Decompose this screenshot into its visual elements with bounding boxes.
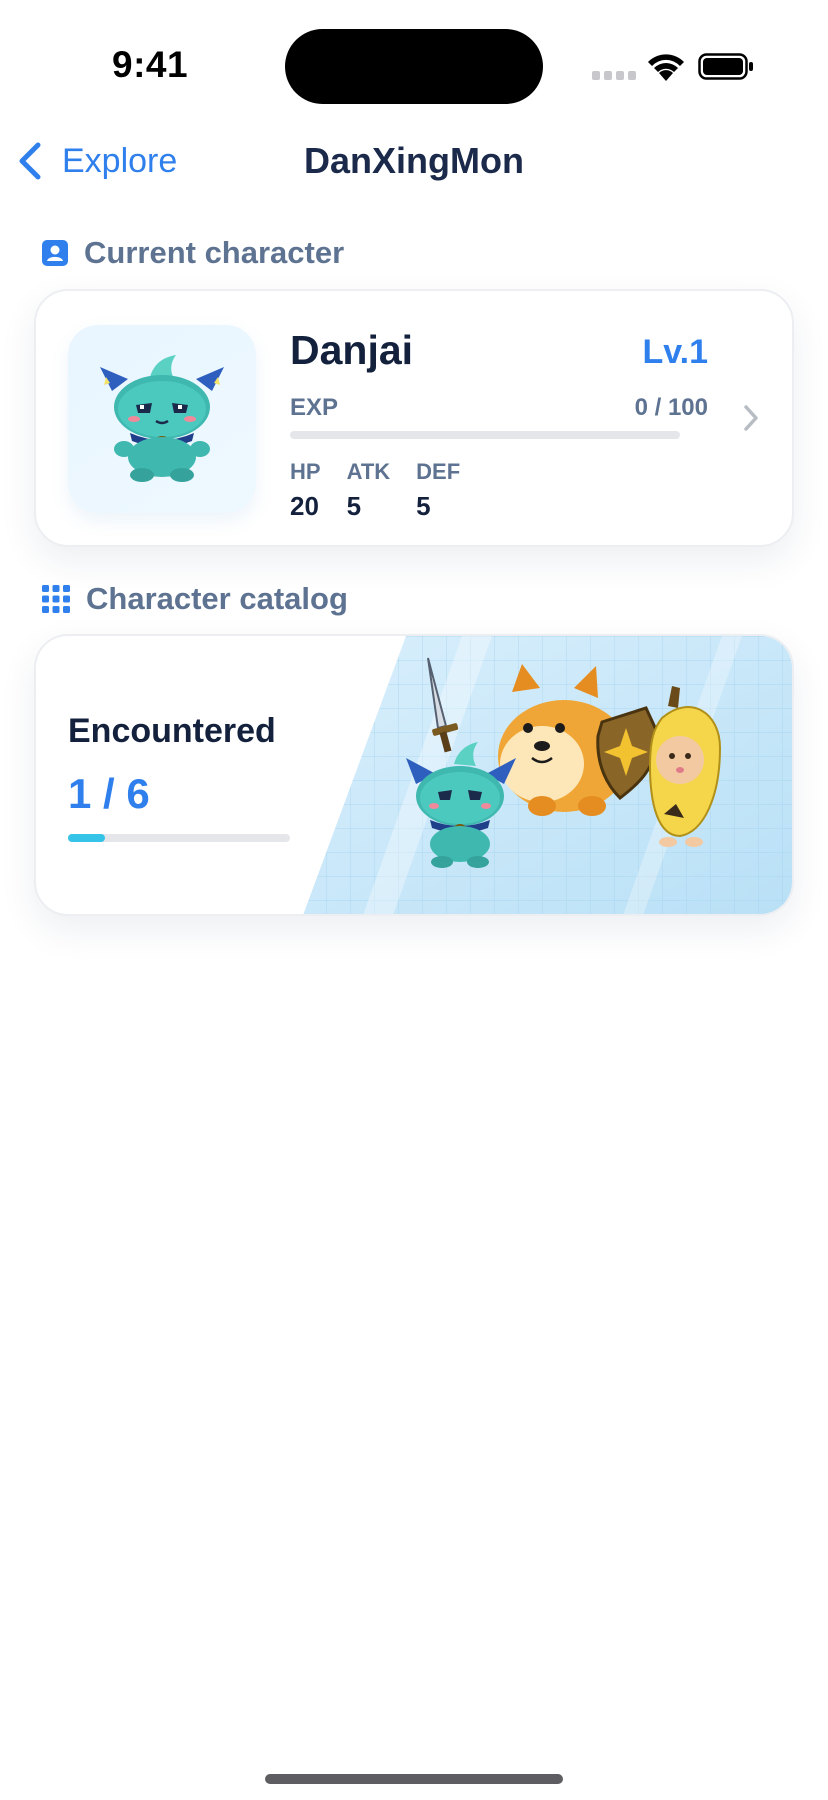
encountered-progress-fill: [68, 834, 105, 842]
stat-value: 5: [416, 491, 431, 521]
wifi-icon: [648, 54, 684, 81]
chevron-right-icon: [744, 405, 758, 431]
home-indicator[interactable]: [265, 1774, 563, 1784]
page-title: DanXingMon: [304, 140, 524, 181]
stat-label: ATK: [346, 459, 391, 484]
section-label: Character catalog: [86, 581, 348, 616]
navigation-bar: Explore DanXingMon: [0, 130, 828, 190]
stat-label: DEF: [416, 459, 461, 484]
current-character-card[interactable]: Danjai Lv.1 EXP 0 / 100 HP 20 ATK 5 DEF …: [34, 289, 794, 547]
danjai-avatar: [100, 355, 224, 482]
stat-value: 5: [346, 491, 362, 521]
section-label: Current character: [84, 235, 345, 270]
stat-atk: ATK 5: [347, 459, 391, 522]
character-level: Lv.1: [642, 333, 708, 371]
encountered-label: Encountered: [68, 712, 276, 750]
status-bar: 9:41: [0, 0, 828, 130]
character-catalog-header: Character catalog: [42, 581, 348, 617]
exp-value: 0 / 100: [634, 394, 708, 421]
stat-value: 20: [290, 491, 319, 521]
character-group-illustration: [303, 636, 792, 914]
status-time: 9:41: [112, 44, 189, 85]
exp-progress-bar: [290, 431, 680, 439]
contact-card-icon: [42, 240, 68, 266]
encountered-progress-bar: [68, 834, 290, 842]
stat-def: DEF 5: [416, 459, 460, 522]
stat-hp: HP 20: [290, 459, 321, 522]
signal-icon: [592, 71, 636, 81]
character-name: Danjai: [290, 327, 414, 373]
current-character-header: Current character: [42, 235, 344, 271]
battery-icon: [698, 53, 753, 80]
character-avatar: [68, 325, 256, 513]
encountered-value: 1 / 6: [68, 770, 150, 817]
exp-label: EXP: [290, 394, 339, 421]
character-stats: HP 20 ATK 5 DEF 5: [290, 459, 486, 522]
character-catalog-card[interactable]: Encountered 1 / 6: [34, 634, 794, 916]
grid-icon: [42, 585, 70, 613]
dynamic-island: [285, 29, 543, 104]
stat-label: HP: [290, 459, 321, 484]
